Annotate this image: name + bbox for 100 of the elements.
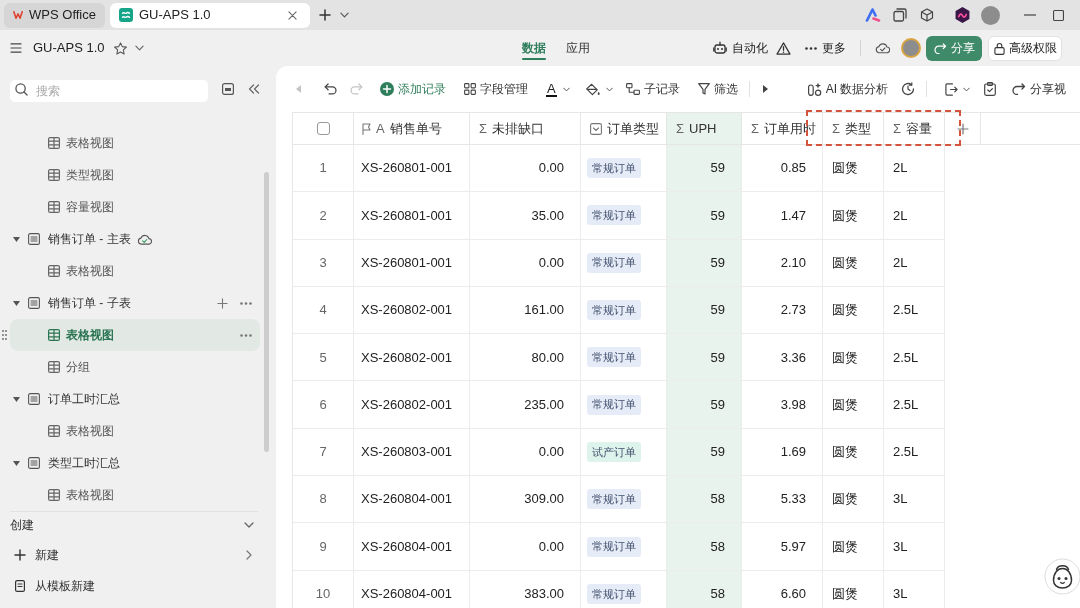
panel-icon[interactable] <box>222 83 234 95</box>
column-header[interactable]: Σ 未排缺口 <box>470 113 581 144</box>
table-cell: 59 <box>667 239 742 287</box>
grid-icon <box>48 201 60 213</box>
caret-down-icon[interactable] <box>13 460 20 466</box>
subrecord-button[interactable]: 子记录 <box>625 76 680 102</box>
field-manager-button[interactable]: 字段管理 <box>464 76 528 102</box>
filter-button[interactable]: 筛选 <box>697 76 738 102</box>
table-cell: 0.00 <box>470 428 581 477</box>
table-cell: 59 <box>667 192 742 240</box>
view-tab[interactable]: 数据 <box>512 30 556 66</box>
new-tab-icon[interactable] <box>319 9 331 21</box>
view-item[interactable]: 容量视图 <box>10 191 260 223</box>
column-header[interactable]: Σ UPH <box>667 113 742 144</box>
formula-icon: Σ <box>676 118 685 139</box>
grid-icon <box>464 83 476 95</box>
caret-down-icon[interactable] <box>13 236 20 242</box>
table-item[interactable]: 销售订单 - 主表 <box>10 223 260 255</box>
create-item[interactable]: 新建 <box>10 539 260 570</box>
add-icon[interactable] <box>217 297 228 309</box>
app-logo-icon <box>119 8 133 22</box>
chevron-down-icon[interactable] <box>134 45 144 51</box>
warning-icon[interactable] <box>776 41 791 55</box>
cube-icon[interactable] <box>920 8 934 22</box>
undo-icon[interactable] <box>324 83 337 95</box>
order-type-tag: 试产订单 <box>587 441 641 462</box>
formula-icon: Σ <box>832 118 841 139</box>
table-cell: 2.5L <box>884 286 945 335</box>
more-icon[interactable] <box>240 333 252 337</box>
create-item[interactable]: 从模板新建 <box>10 570 260 601</box>
chevron-down-icon <box>244 522 254 528</box>
hexagon-app-icon[interactable] <box>955 7 970 23</box>
table-item[interactable]: 销售订单 - 子表 <box>10 287 260 319</box>
grid-icon <box>48 137 60 149</box>
more-icon <box>805 46 817 50</box>
star-icon[interactable] <box>113 41 127 55</box>
table-cell: 2.73 <box>742 286 823 335</box>
caret-down-icon[interactable] <box>13 396 20 402</box>
view-item[interactable]: 类型视图 <box>10 159 260 191</box>
create-section-toggle[interactable]: 创建 <box>10 513 260 537</box>
table-cell: XS-260804-001 <box>354 523 470 571</box>
row-number: 1 <box>293 145 354 193</box>
collapse-sidebar-icon[interactable] <box>248 84 260 94</box>
avatar[interactable] <box>901 38 921 58</box>
column-header[interactable]: A 销售单号 <box>354 113 470 144</box>
view-item[interactable]: 表格视图 <box>10 415 260 447</box>
table-cell: 0.00 <box>470 239 581 287</box>
share-view-button[interactable]: 分享视 <box>1012 76 1067 102</box>
browser-tab[interactable]: GU-APS 1.0 <box>110 2 310 28</box>
order-type-tag: 常规订单 <box>587 394 641 415</box>
more-icon[interactable] <box>240 301 252 305</box>
search-field[interactable]: 搜索 <box>10 80 208 102</box>
table-item[interactable]: 类型工时汇总 <box>10 447 260 479</box>
table-cell: 圆煲 <box>823 523 884 571</box>
order-type-tag: 常规订单 <box>587 583 641 604</box>
clipboard-check-icon[interactable] <box>984 82 997 96</box>
view-item[interactable]: 分组 <box>10 351 260 383</box>
drag-handle-icon[interactable] <box>2 330 7 340</box>
cloud-check-icon[interactable] <box>875 42 890 54</box>
chevron-down-icon <box>562 86 570 92</box>
view-item[interactable]: 表格视图 <box>10 479 260 511</box>
filter-icon <box>697 83 710 95</box>
close-icon[interactable] <box>288 10 297 20</box>
table-cell: 59 <box>667 381 742 429</box>
app-logo-icon[interactable] <box>865 8 881 22</box>
column-header[interactable]: Σ 类型 <box>823 113 884 144</box>
windows-icon[interactable] <box>893 8 907 22</box>
table-cell: 1.47 <box>742 192 823 240</box>
permissions-button[interactable]: 高级权限 <box>988 35 1062 61</box>
add-column-icon[interactable] <box>956 122 969 135</box>
add-record-button[interactable]: 添加记录 <box>380 76 446 102</box>
column-header[interactable]: Σ 容量 <box>884 113 945 144</box>
table-icon <box>28 297 40 309</box>
order-type-tag: 常规订单 <box>587 347 641 368</box>
share-button[interactable]: 分享 <box>926 35 982 61</box>
automation-button[interactable]: 自动化 <box>713 39 768 57</box>
more-button[interactable]: 更多 <box>805 39 846 57</box>
hierarchy-icon <box>625 83 640 95</box>
caret-right-icon[interactable] <box>762 85 768 93</box>
table-cell: 235.00 <box>470 381 581 429</box>
avatar[interactable] <box>981 5 1000 25</box>
table-cell: 2L <box>884 145 945 193</box>
history-icon[interactable] <box>901 82 916 96</box>
scrollbar[interactable] <box>264 172 269 452</box>
ai-analysis-button[interactable]: AI 数据分析 <box>807 76 889 102</box>
maximize-icon[interactable] <box>1053 9 1064 21</box>
table-cell: 35.00 <box>470 192 581 240</box>
formula-icon: Σ <box>479 118 488 139</box>
view-tab[interactable]: 应用 <box>556 30 600 66</box>
browser-tab[interactable]: WPS Office <box>4 2 105 28</box>
view-item[interactable]: 表格视图 <box>10 127 260 159</box>
select-all-checkbox[interactable] <box>316 122 330 135</box>
text-color-button[interactable]: A <box>546 76 570 102</box>
assistant-mascot-icon[interactable] <box>1044 558 1080 595</box>
menu-icon[interactable] <box>10 43 22 53</box>
robot-icon <box>713 41 727 55</box>
view-item[interactable]: 表格视图 <box>10 255 260 287</box>
table-item[interactable]: 订单工时汇总 <box>10 383 260 415</box>
chevron-down-icon[interactable] <box>340 12 349 18</box>
caret-down-icon[interactable] <box>13 300 20 306</box>
